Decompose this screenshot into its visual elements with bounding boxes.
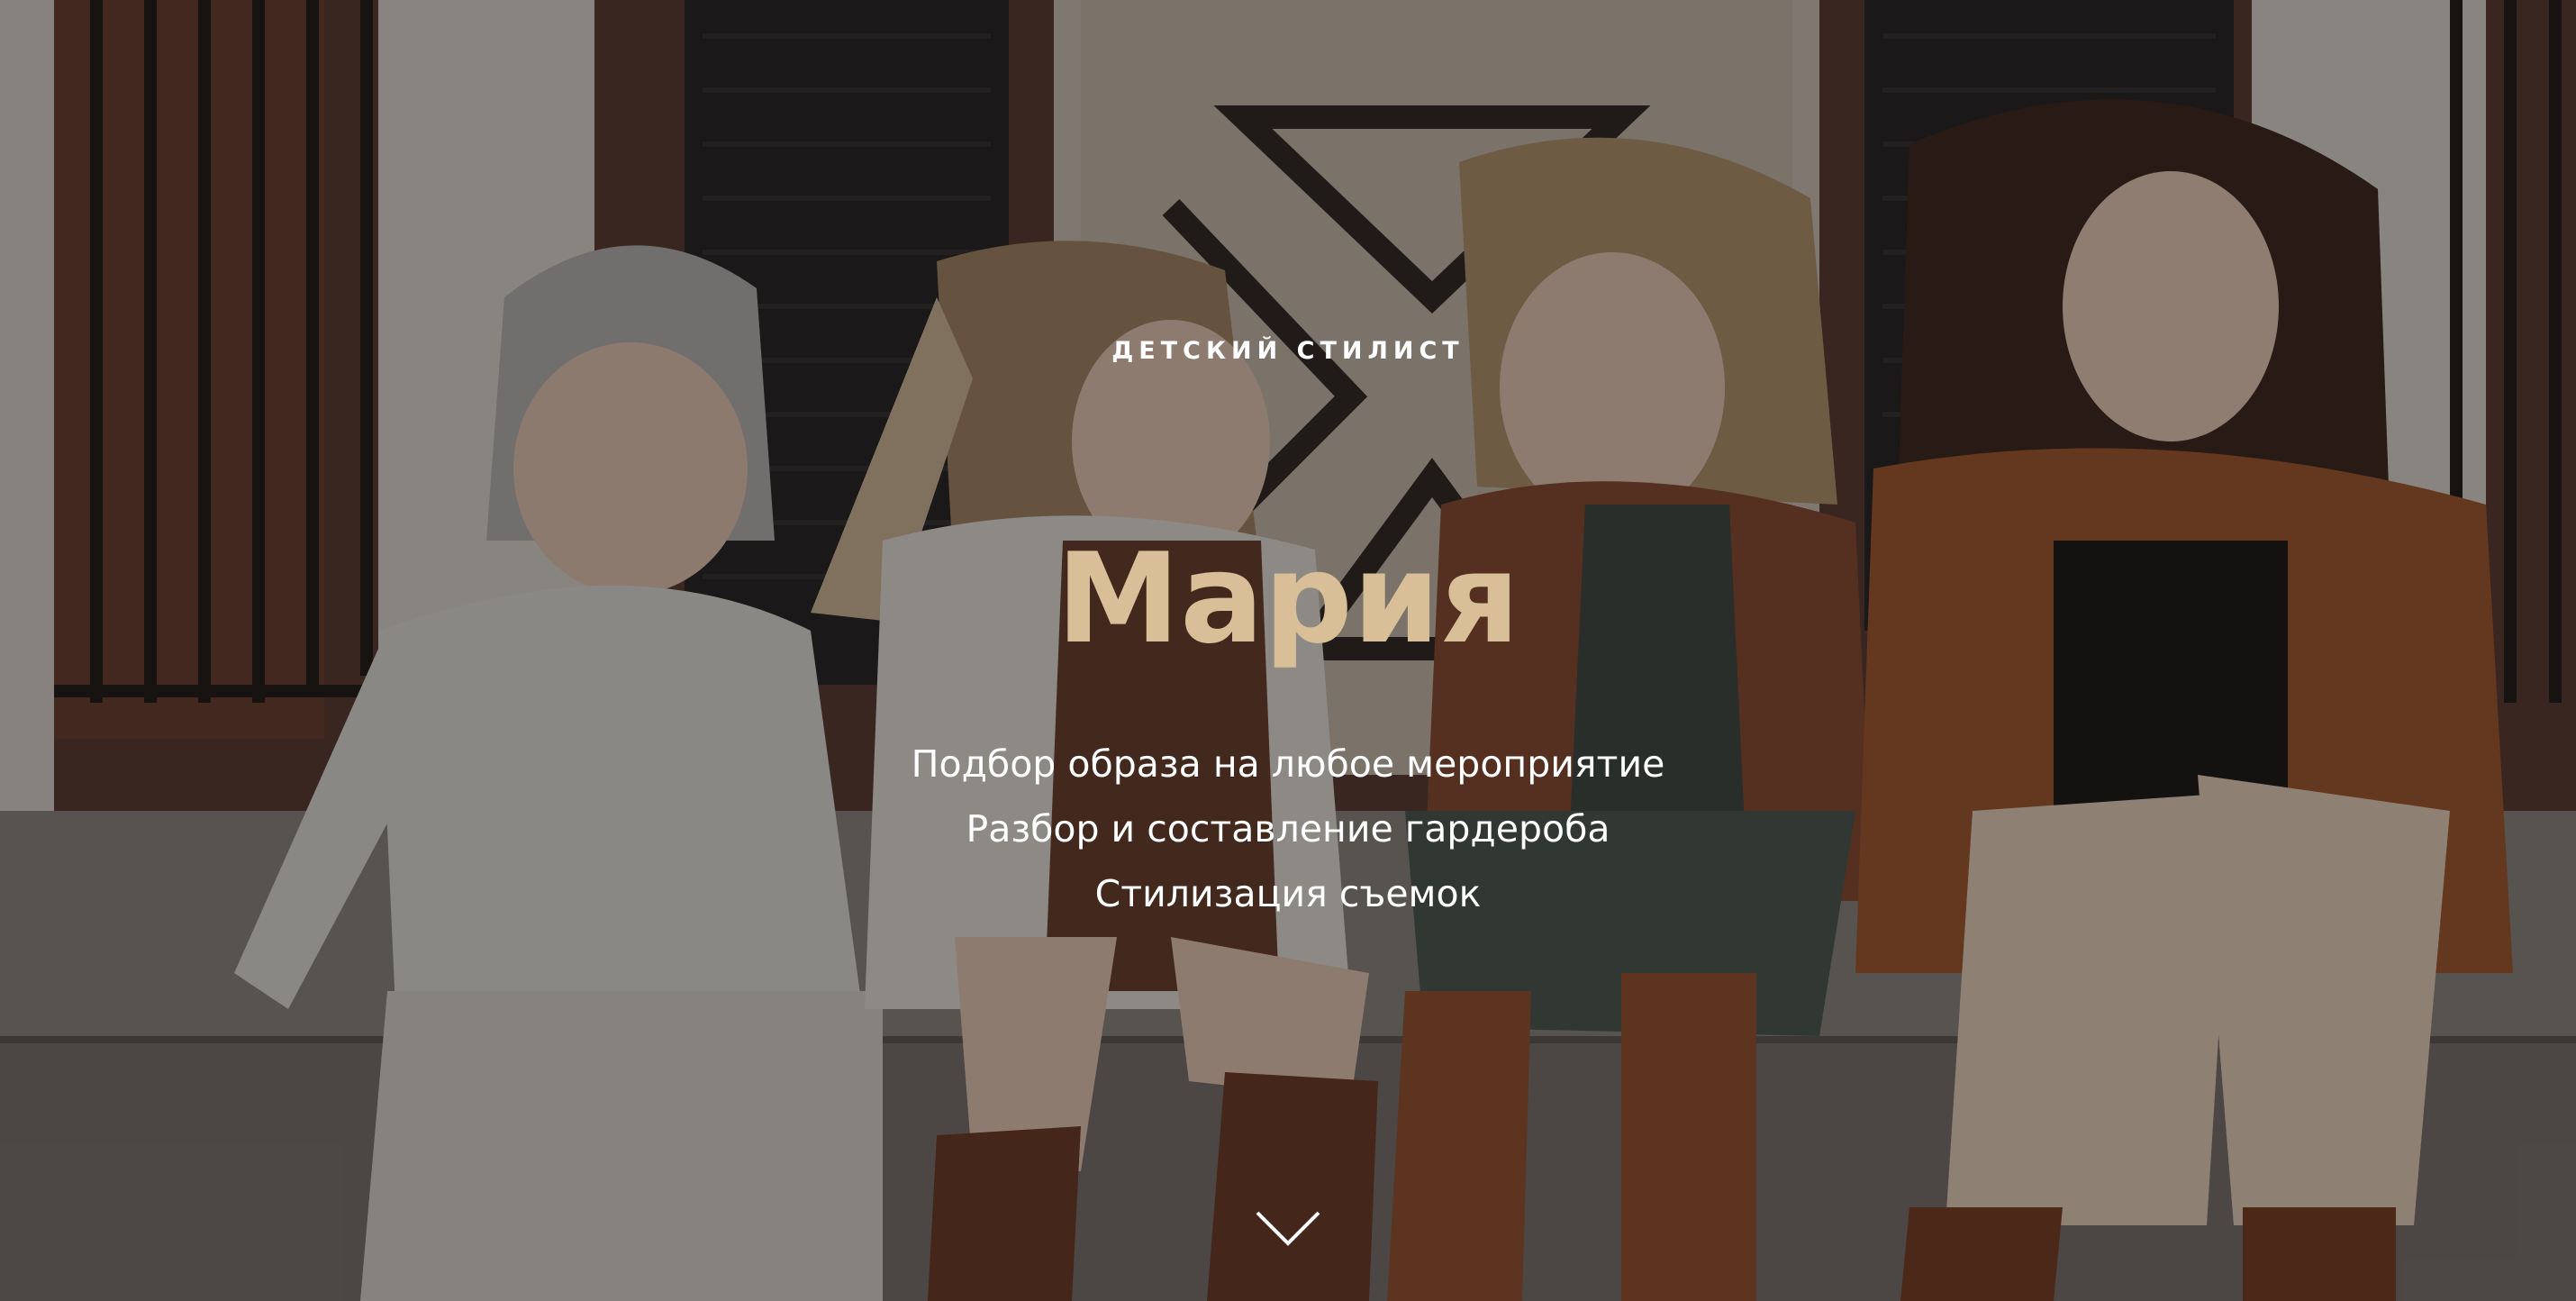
scroll-down-button[interactable]	[1254, 1207, 1322, 1256]
service-item: Разбор и составление гардероба	[966, 807, 1610, 851]
hero-title: Мария	[1056, 526, 1520, 671]
services-list: Подбор образа на любое мероприятие Разбо…	[0, 732, 2576, 926]
service-item: Стилизация съемок	[1094, 872, 1482, 915]
hero-content: ДЕТСКИЙ СТИЛИСТ Мария Подбор образа на л…	[0, 0, 2576, 1301]
chevron-down-icon	[1256, 1211, 1320, 1246]
service-item: Подбор образа на любое мероприятие	[911, 742, 1665, 786]
hero-eyebrow: ДЕТСКИЙ СТИЛИСТ	[1111, 337, 1465, 365]
hero-section: ДЕТСКИЙ СТИЛИСТ Мария Подбор образа на л…	[0, 0, 2576, 1301]
